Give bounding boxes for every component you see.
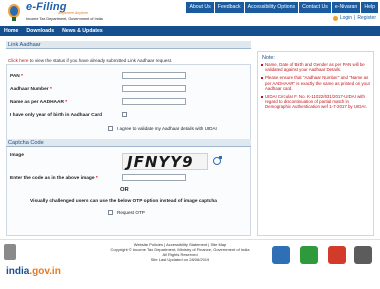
separator: |: [354, 15, 356, 21]
status-link[interactable]: Click here: [8, 58, 28, 63]
register-link[interactable]: Register: [357, 15, 376, 21]
logo-dept: Income Tax Department, Government of Ind…: [26, 17, 103, 21]
emblem-icon: [8, 4, 20, 21]
note-list: Name, Date of Birth and Gender as per PA…: [261, 62, 371, 113]
india-gov-logo[interactable]: india.gov.in: [6, 266, 61, 277]
captcha-title: Captcha Code: [8, 140, 44, 146]
top-nav-about[interactable]: About Us: [186, 2, 214, 13]
note-item: Name, Date of Birth and Gender as per PA…: [261, 62, 371, 72]
top-nav-accessibility[interactable]: Accessibility Options: [244, 2, 299, 13]
auth-links: Login | Register: [332, 15, 376, 21]
note-item: UIDAI Circular F. No. K-11022/631/2017-U…: [261, 94, 371, 110]
login-icon: [332, 15, 338, 21]
main-nav: Home Downloads News & Updates: [0, 26, 380, 36]
login-link[interactable]: Login: [340, 15, 352, 21]
page-title: Link Aadhaar: [8, 42, 41, 48]
status-line: Click here to view the status if you hav…: [8, 58, 172, 63]
footer-info: Website Policies | Accessibility Stateme…: [100, 242, 260, 262]
agree-label: I agree to validate my Aadhaar details w…: [117, 126, 217, 131]
captcha-input[interactable]: [122, 174, 186, 181]
footer-updated: Site Last Updated on 28/06/2019: [150, 257, 210, 262]
agree-checkbox[interactable]: [108, 126, 113, 131]
sevottam-icon[interactable]: [328, 246, 346, 264]
partner-logo-icon[interactable]: [272, 246, 290, 264]
aadhaar-label: Aadhaar Number *: [10, 87, 52, 92]
top-nav-help[interactable]: Help: [361, 2, 378, 13]
captcha-enter-label: Enter the code as in the above image *: [10, 176, 98, 181]
nav-downloads[interactable]: Downloads: [22, 26, 58, 36]
visually-challenged-text: Visually challenged users can use the be…: [30, 199, 217, 204]
top-nav-enivaran[interactable]: e-Nivaran: [331, 2, 361, 13]
header: e-Filing Anywhere Anytime Income Tax Dep…: [0, 0, 380, 26]
otp-checkbox[interactable]: [108, 210, 113, 215]
name-input[interactable]: [122, 98, 186, 105]
status-text: to view the status if you have already s…: [28, 58, 173, 63]
yob-label: I have only year of birth in Aadhaar Car…: [10, 113, 103, 118]
refresh-icon[interactable]: [213, 156, 222, 165]
otp-label: Request OTP: [117, 210, 145, 215]
nav-home[interactable]: Home: [0, 26, 22, 36]
note-panel: Note: Name, Date of Birth and Gender as …: [257, 51, 374, 236]
captcha-band: Captcha Code: [6, 139, 251, 147]
footer: india.gov.in Website Policies | Accessib…: [0, 239, 380, 289]
captcha-code: JFNYY9: [127, 153, 194, 171]
gov-portal-icon[interactable]: [354, 246, 372, 264]
top-nav-feedback[interactable]: Feedback: [214, 2, 244, 13]
page-title-band: Link Aadhaar: [6, 41, 251, 49]
pan-input[interactable]: [122, 72, 186, 79]
captcha-image-label: Image: [10, 153, 24, 158]
or-label: OR: [120, 187, 129, 193]
note-item: Please ensure that "Aadhaar Number" and …: [261, 75, 371, 91]
aadhaar-input[interactable]: [122, 85, 186, 92]
efiling-logo[interactable]: e-Filing Anywhere Anytime Income Tax Dep…: [6, 1, 116, 25]
pan-label: PAN *: [10, 74, 23, 79]
yob-checkbox[interactable]: [122, 112, 127, 117]
logo-tagline: Anywhere Anytime: [58, 11, 88, 15]
top-nav: About Us Feedback Accessibility Options …: [186, 2, 378, 13]
digital-india-icon[interactable]: [300, 246, 318, 264]
top-nav-contact[interactable]: Contact Us: [299, 2, 331, 13]
national-emblem-icon: [4, 244, 16, 260]
nav-news[interactable]: News & Updates: [58, 26, 107, 36]
captcha-image: JFNYY9: [122, 153, 208, 171]
note-title: Note:: [262, 55, 275, 61]
name-label: Name as per AADHAAR *: [10, 100, 68, 105]
